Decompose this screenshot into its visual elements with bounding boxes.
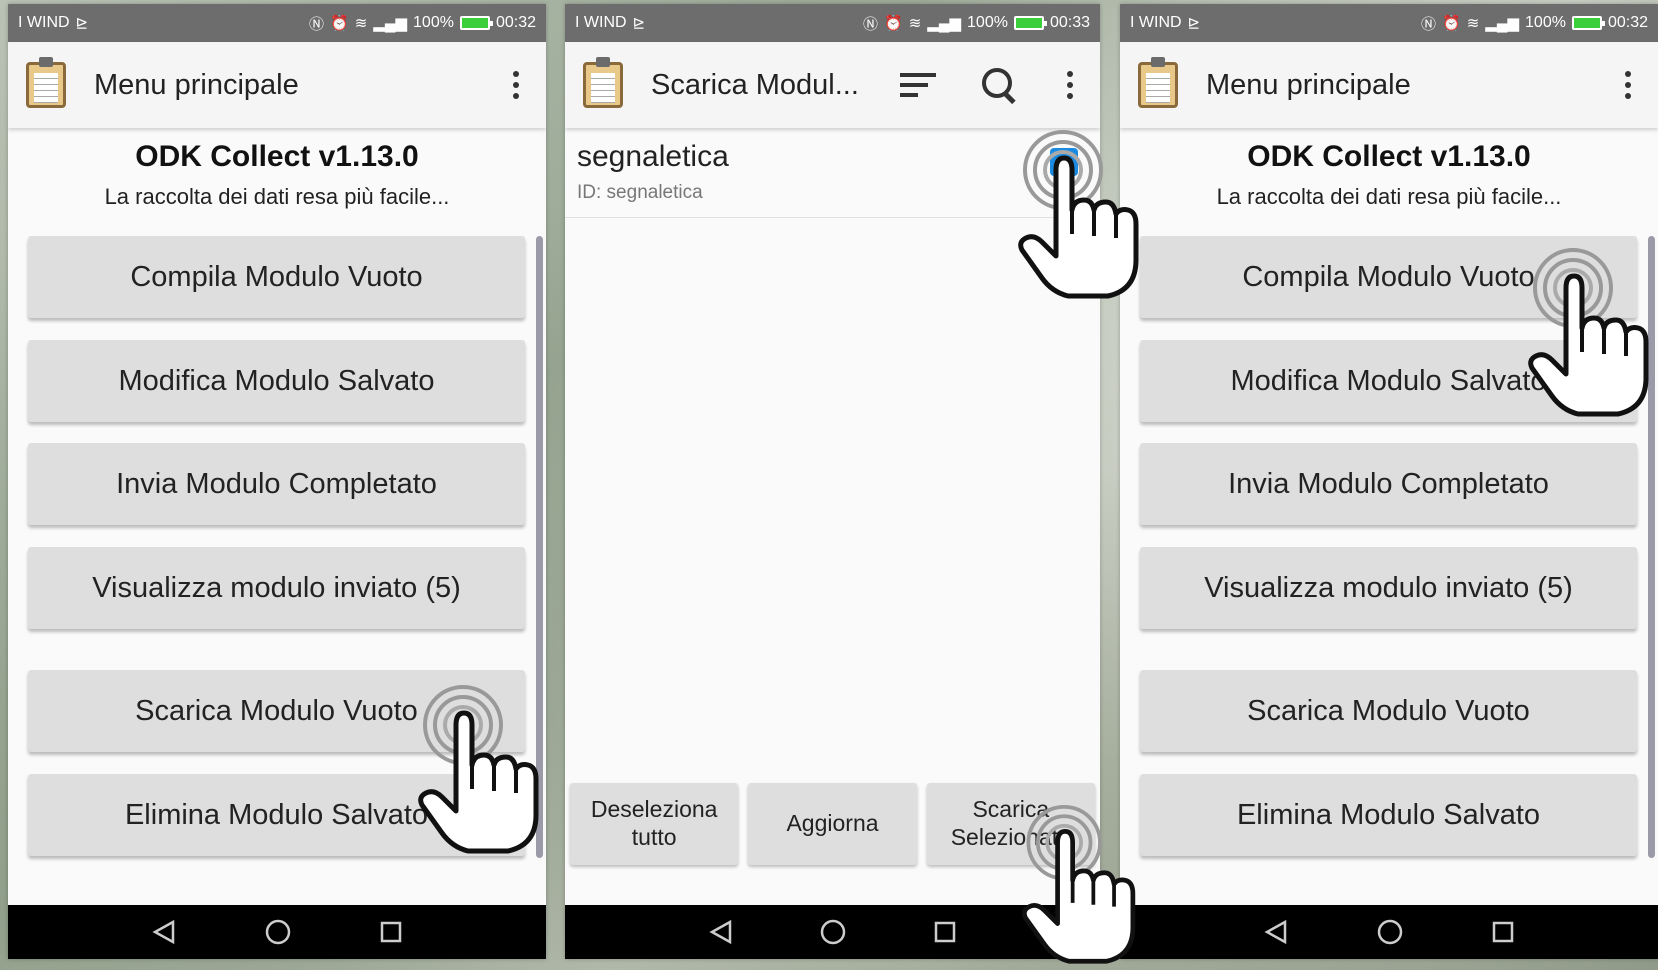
clock: 00:32 bbox=[1607, 14, 1648, 31]
fill-blank-form-button[interactable]: Compila Modulo Vuoto bbox=[28, 236, 525, 318]
app-bar: Scarica Modul... bbox=[565, 42, 1100, 128]
get-blank-form-button[interactable]: Scarica Modulo Vuoto bbox=[1140, 670, 1637, 752]
clock: 00:32 bbox=[495, 14, 536, 31]
download-selected-button[interactable]: Scarica Selezionato bbox=[926, 783, 1095, 865]
cast-icon: ⊵ bbox=[75, 15, 89, 32]
status-bar: I WIND ⊵ Ⓝ ⏰ ≋ ▂▄▆ 100% 00:33 bbox=[565, 4, 1100, 42]
signal-icon: ▂▄▆ bbox=[373, 15, 408, 32]
form-checkbox[interactable] bbox=[1050, 148, 1078, 176]
edit-saved-form-button[interactable]: Modifica Modulo Salvato bbox=[1140, 340, 1637, 422]
cast-icon: ⊵ bbox=[632, 15, 646, 32]
battery-percent: 100% bbox=[1525, 14, 1566, 31]
phone-screen-get-forms: I WIND ⊵ Ⓝ ⏰ ≋ ▂▄▆ 100% 00:33 Scarica Mo… bbox=[565, 4, 1100, 959]
deselect-all-button[interactable]: Deseleziona tutto bbox=[570, 783, 739, 865]
scrollbar[interactable] bbox=[536, 236, 543, 858]
tagline: La raccolta dei dati resa più facile... bbox=[1216, 184, 1562, 209]
nav-bar bbox=[8, 905, 546, 959]
delete-saved-form-button[interactable]: Elimina Modulo Salvato bbox=[1140, 774, 1637, 856]
clipboard-icon bbox=[1138, 57, 1178, 108]
nfc-icon: Ⓝ bbox=[309, 15, 325, 33]
battery-icon bbox=[1013, 16, 1047, 30]
scrollbar[interactable] bbox=[1648, 236, 1655, 858]
app-title: Menu principale bbox=[1206, 68, 1411, 101]
alarm-icon: ⏰ bbox=[1442, 15, 1461, 32]
carrier-label: I WIND bbox=[575, 14, 627, 31]
app-title: Scarica Modul... bbox=[651, 68, 859, 101]
send-finalized-form-button[interactable]: Invia Modulo Completato bbox=[1140, 443, 1637, 525]
form-name: segnaletica bbox=[577, 140, 729, 173]
status-bar: I WIND ⊵ Ⓝ ⏰ ≋ ▂▄▆ 100% 00:32 bbox=[1120, 4, 1658, 42]
sort-icon[interactable] bbox=[900, 73, 936, 97]
battery-icon bbox=[459, 16, 493, 30]
phone-screen-main-menu-1: I WIND ⊵ Ⓝ ⏰ ≋ ▂▄▆ 100% 00:32 Menu princ… bbox=[8, 4, 546, 959]
clock: 00:33 bbox=[1049, 14, 1090, 31]
list-item[interactable]: segnaletica ID: segnaletica bbox=[565, 128, 1100, 218]
nav-bar bbox=[1120, 905, 1658, 959]
search-icon[interactable] bbox=[980, 66, 1018, 104]
form-id: ID: segnaletica bbox=[577, 182, 703, 203]
overflow-menu-icon[interactable] bbox=[504, 71, 528, 99]
signal-icon: ▂▄▆ bbox=[1485, 15, 1520, 32]
alarm-icon: ⏰ bbox=[330, 15, 349, 32]
recents-icon[interactable] bbox=[379, 920, 403, 944]
back-icon[interactable] bbox=[1263, 919, 1289, 945]
edit-saved-form-button[interactable]: Modifica Modulo Salvato bbox=[28, 340, 525, 422]
nfc-icon: Ⓝ bbox=[863, 15, 879, 33]
cast-icon: ⊵ bbox=[1187, 15, 1201, 32]
app-bar: Menu principale bbox=[1120, 42, 1658, 128]
back-icon[interactable] bbox=[151, 919, 177, 945]
home-icon[interactable] bbox=[1376, 918, 1404, 946]
battery-icon bbox=[1571, 16, 1605, 30]
delete-saved-form-button[interactable]: Elimina Modulo Salvato bbox=[28, 774, 525, 856]
wifi-icon: ≋ bbox=[908, 15, 922, 32]
battery-percent: 100% bbox=[413, 14, 454, 31]
battery-percent: 100% bbox=[967, 14, 1008, 31]
send-finalized-form-button[interactable]: Invia Modulo Completato bbox=[28, 443, 525, 525]
app-version: ODK Collect v1.13.0 bbox=[135, 140, 419, 173]
overflow-menu-icon[interactable] bbox=[1058, 71, 1082, 99]
alarm-icon: ⏰ bbox=[884, 15, 903, 32]
phone-screen-main-menu-2: I WIND ⊵ Ⓝ ⏰ ≋ ▂▄▆ 100% 00:32 Menu princ… bbox=[1120, 4, 1658, 959]
status-bar: I WIND ⊵ Ⓝ ⏰ ≋ ▂▄▆ 100% 00:32 bbox=[8, 4, 546, 42]
clipboard-icon bbox=[26, 57, 66, 108]
carrier-label: I WIND bbox=[18, 14, 70, 31]
recents-icon[interactable] bbox=[933, 920, 957, 944]
back-icon[interactable] bbox=[708, 919, 734, 945]
view-sent-form-button[interactable]: Visualizza modulo inviato (5) bbox=[28, 547, 525, 629]
app-version: ODK Collect v1.13.0 bbox=[1247, 140, 1531, 173]
signal-icon: ▂▄▆ bbox=[927, 15, 962, 32]
wifi-icon: ≋ bbox=[354, 15, 368, 32]
bottom-button-bar: Deseleziona tutto Aggiorna Scarica Selez… bbox=[565, 783, 1100, 865]
main-menu-content: ODK Collect v1.13.0 La raccolta dei dati… bbox=[1120, 128, 1658, 873]
nav-bar bbox=[565, 905, 1100, 959]
nfc-icon: Ⓝ bbox=[1421, 15, 1437, 33]
home-icon[interactable] bbox=[264, 918, 292, 946]
overflow-menu-icon[interactable] bbox=[1616, 71, 1640, 99]
main-menu-content: ODK Collect v1.13.0 La raccolta dei dati… bbox=[8, 128, 546, 873]
tagline: La raccolta dei dati resa più facile... bbox=[104, 184, 450, 209]
clipboard-icon bbox=[583, 57, 623, 108]
carrier-label: I WIND bbox=[1130, 14, 1182, 31]
refresh-button[interactable]: Aggiorna bbox=[748, 783, 917, 865]
home-icon[interactable] bbox=[819, 918, 847, 946]
app-bar: Menu principale bbox=[8, 42, 546, 128]
get-blank-form-button[interactable]: Scarica Modulo Vuoto bbox=[28, 670, 525, 752]
view-sent-form-button[interactable]: Visualizza modulo inviato (5) bbox=[1140, 547, 1637, 629]
app-title: Menu principale bbox=[94, 68, 299, 101]
form-list: segnaletica ID: segnaletica Deseleziona … bbox=[565, 128, 1100, 873]
recents-icon[interactable] bbox=[1491, 920, 1515, 944]
fill-blank-form-button[interactable]: Compila Modulo Vuoto bbox=[1140, 236, 1637, 318]
wifi-icon: ≋ bbox=[1466, 15, 1480, 32]
